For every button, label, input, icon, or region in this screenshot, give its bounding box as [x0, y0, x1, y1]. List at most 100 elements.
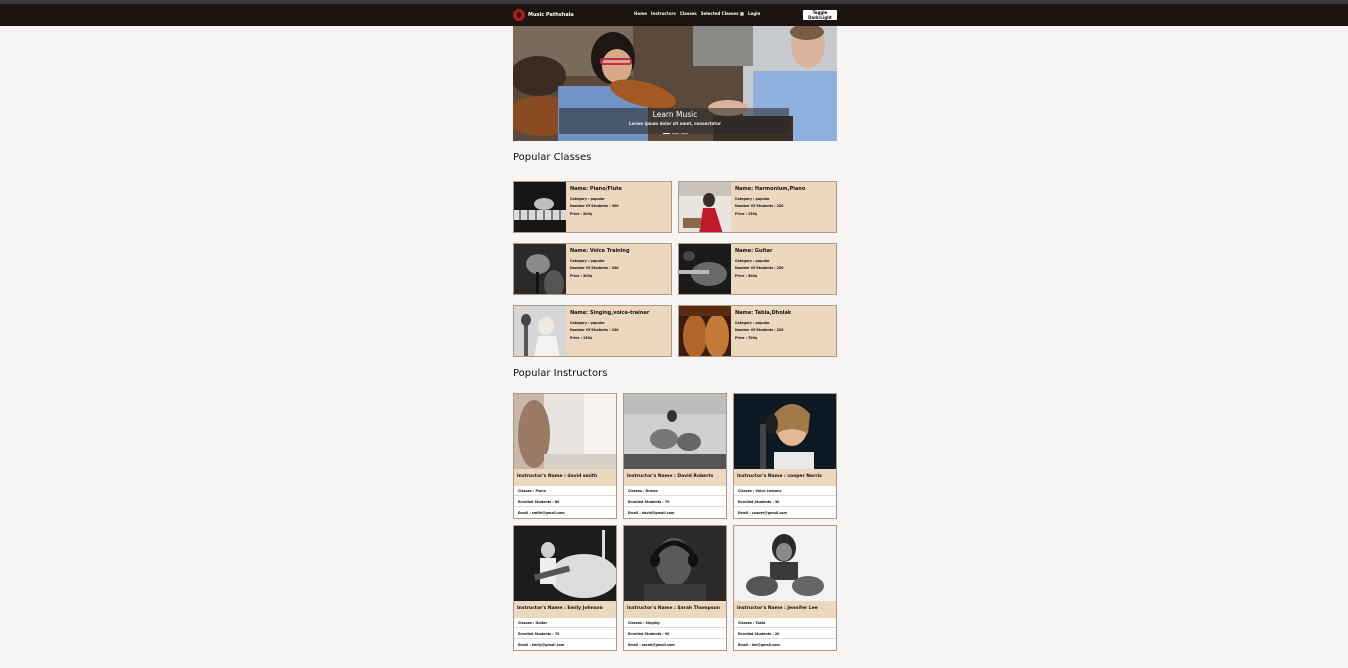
class-card[interactable]: Name: Tabla,Dholak Category : popular Nu… [678, 305, 837, 357]
instructor-card[interactable]: Instructor's Name : Emily Johnson Classe… [513, 525, 617, 651]
nav-classes[interactable]: Classes [680, 11, 697, 16]
class-image [679, 244, 731, 294]
instructor-photo [514, 394, 616, 469]
popular-instructors-title: Popular Instructors [513, 368, 608, 379]
class-students: Number Of Students : 220 [735, 266, 784, 270]
instructor-email: Email : sarah@gmail.com [628, 643, 675, 647]
navbar: Music Pathshala Home Instructors Classes… [0, 4, 1348, 26]
instructor-enrolled: Enrolled Students : 30 [734, 497, 836, 507]
instructor-name: Instructor's Name : Sarah Thompson [624, 601, 726, 618]
class-price: Price : 300$ [570, 273, 593, 278]
instructor-name: Instructor's Name : David Roberts [624, 469, 726, 486]
instructor-card[interactable]: Instructor's Name : David Roberts Classe… [623, 393, 727, 519]
nav-selected-classes[interactable]: Selected Classes 0 [701, 11, 744, 16]
class-name: Name: Guitar [735, 248, 773, 254]
instructor-name: Instructor's Name : Emily Johnson [514, 601, 616, 618]
instructor-photo [734, 526, 836, 601]
nav-links: Home Instructors Classes Selected Classe… [634, 11, 760, 16]
class-card[interactable]: Name: Piano/Flute Category : popular Num… [513, 181, 672, 233]
instructor-email: Email : lee@gmail.com [738, 643, 780, 647]
class-price: Price : 150$ [570, 335, 593, 340]
instructor-card[interactable]: Instructor's Name : cooper Norris Classe… [733, 393, 837, 519]
instructor-photo [624, 394, 726, 469]
instructor-enrolled: Enrolled Students : 90 [624, 629, 726, 639]
instructor-email: Email : david@gmail.com [628, 511, 675, 515]
class-price: Price : 700$ [735, 335, 758, 340]
class-name: Name: Piano/Flute [570, 186, 622, 192]
class-category: Category : popular [735, 258, 770, 263]
instructor-email: Email : cooper@gmail.com [738, 511, 787, 515]
hero-title: Learn Music [652, 110, 698, 119]
instructor-name: Instructor's Name : Jennifer Lee [734, 601, 836, 618]
hero-carousel[interactable]: Learn Music Lorem ipsum dolor sit amet, … [513, 26, 837, 141]
instructor-photo [624, 526, 726, 601]
class-card[interactable]: Name: Singing,voice-trainer Category : p… [513, 305, 672, 357]
class-info: Name: Voice Training Category : popular … [570, 248, 670, 278]
instructor-classes: Classes : Drums [624, 486, 726, 496]
class-image [679, 306, 731, 356]
class-image [514, 182, 566, 232]
class-name: Name: Singing,voice-trainer [570, 310, 650, 316]
instructor-enrolled: Enrolled Students : 70 [624, 497, 726, 507]
carousel-dot[interactable] [672, 133, 679, 134]
instructor-email: Email : smith@gmail.com [518, 511, 565, 515]
class-category: Category : popular [735, 320, 770, 325]
class-info: Name: Tabla,Dholak Category : popular Nu… [735, 310, 835, 340]
instructor-classes: Classes : Voice Lessons [734, 486, 836, 496]
class-category: Category : popular [735, 196, 770, 201]
instructor-classes: Classes : Guitar [514, 618, 616, 628]
instructor-name: Instructor's Name : david smith [514, 469, 616, 486]
nav-selected-classes-label: Selected Classes [700, 11, 739, 16]
nav-home[interactable]: Home [634, 11, 647, 16]
selected-count-badge: 0 [739, 12, 744, 16]
class-name: Name: Voice Training [570, 248, 630, 254]
music-logo-icon [513, 9, 525, 21]
theme-toggle-button[interactable]: Toggle Dark/Light [803, 10, 837, 20]
class-students: Number Of Students : 220 [735, 328, 784, 332]
instructor-card[interactable]: Instructor's Name : david smith Classes … [513, 393, 617, 519]
class-category: Category : popular [570, 258, 605, 263]
nav-instructors[interactable]: Instructors [651, 11, 676, 16]
instructor-classes: Classes : Tabla [734, 618, 836, 628]
class-card[interactable]: Name: Guitar Category : popular Number O… [678, 243, 837, 295]
class-name: Name: Harmonium,Piano [735, 186, 806, 192]
instructor-enrolled: Enrolled Students : 80 [514, 497, 616, 507]
instructor-enrolled: Enrolled Students : 20 [734, 629, 836, 639]
nav-login[interactable]: Login [748, 11, 760, 16]
class-students: Number Of Students : 240 [570, 328, 619, 332]
instructor-email: Email : emily@gmail.com [518, 643, 565, 647]
class-students: Number Of Students : 200 [570, 266, 619, 270]
carousel-dot[interactable] [663, 133, 670, 134]
class-image [514, 244, 566, 294]
class-price: Price : 150$ [735, 211, 758, 216]
instructor-name: Instructor's Name : cooper Norris [734, 469, 836, 486]
class-info: Name: Harmonium,Piano Category : popular… [735, 186, 835, 216]
class-card[interactable]: Name: Harmonium,Piano Category : popular… [678, 181, 837, 233]
brand-name: Music Pathshala [528, 12, 574, 18]
class-price: Price : 200$ [570, 211, 593, 216]
instructor-classes: Classes : Piano [514, 486, 616, 496]
class-image [679, 182, 731, 232]
class-category: Category : popular [570, 196, 605, 201]
hero-subtitle: Lorem ipsum dolor sit amet, consectetur [629, 121, 721, 126]
brand[interactable]: Music Pathshala [513, 9, 574, 21]
class-card[interactable]: Name: Voice Training Category : popular … [513, 243, 672, 295]
class-info: Name: Singing,voice-trainer Category : p… [570, 310, 670, 340]
class-price: Price : 300$ [735, 273, 758, 278]
instructor-enrolled: Enrolled Students : 70 [514, 629, 616, 639]
class-image [514, 306, 566, 356]
popular-classes-title: Popular Classes [513, 152, 592, 163]
carousel-indicators [663, 133, 688, 134]
instructor-card[interactable]: Instructor's Name : Jennifer Lee Classes… [733, 525, 837, 651]
class-info: Name: Guitar Category : popular Number O… [735, 248, 835, 278]
instructor-photo [734, 394, 836, 469]
class-students: Number Of Students : 220 [735, 204, 784, 208]
instructor-card[interactable]: Instructor's Name : Sarah Thompson Class… [623, 525, 727, 651]
class-info: Name: Piano/Flute Category : popular Num… [570, 186, 670, 216]
instructor-classes: Classes : Singing [624, 618, 726, 628]
instructor-photo [514, 526, 616, 601]
class-category: Category : popular [570, 320, 605, 325]
carousel-dot[interactable] [681, 133, 688, 134]
class-name: Name: Tabla,Dholak [735, 310, 792, 316]
class-students: Number Of Students : 300 [570, 204, 619, 208]
